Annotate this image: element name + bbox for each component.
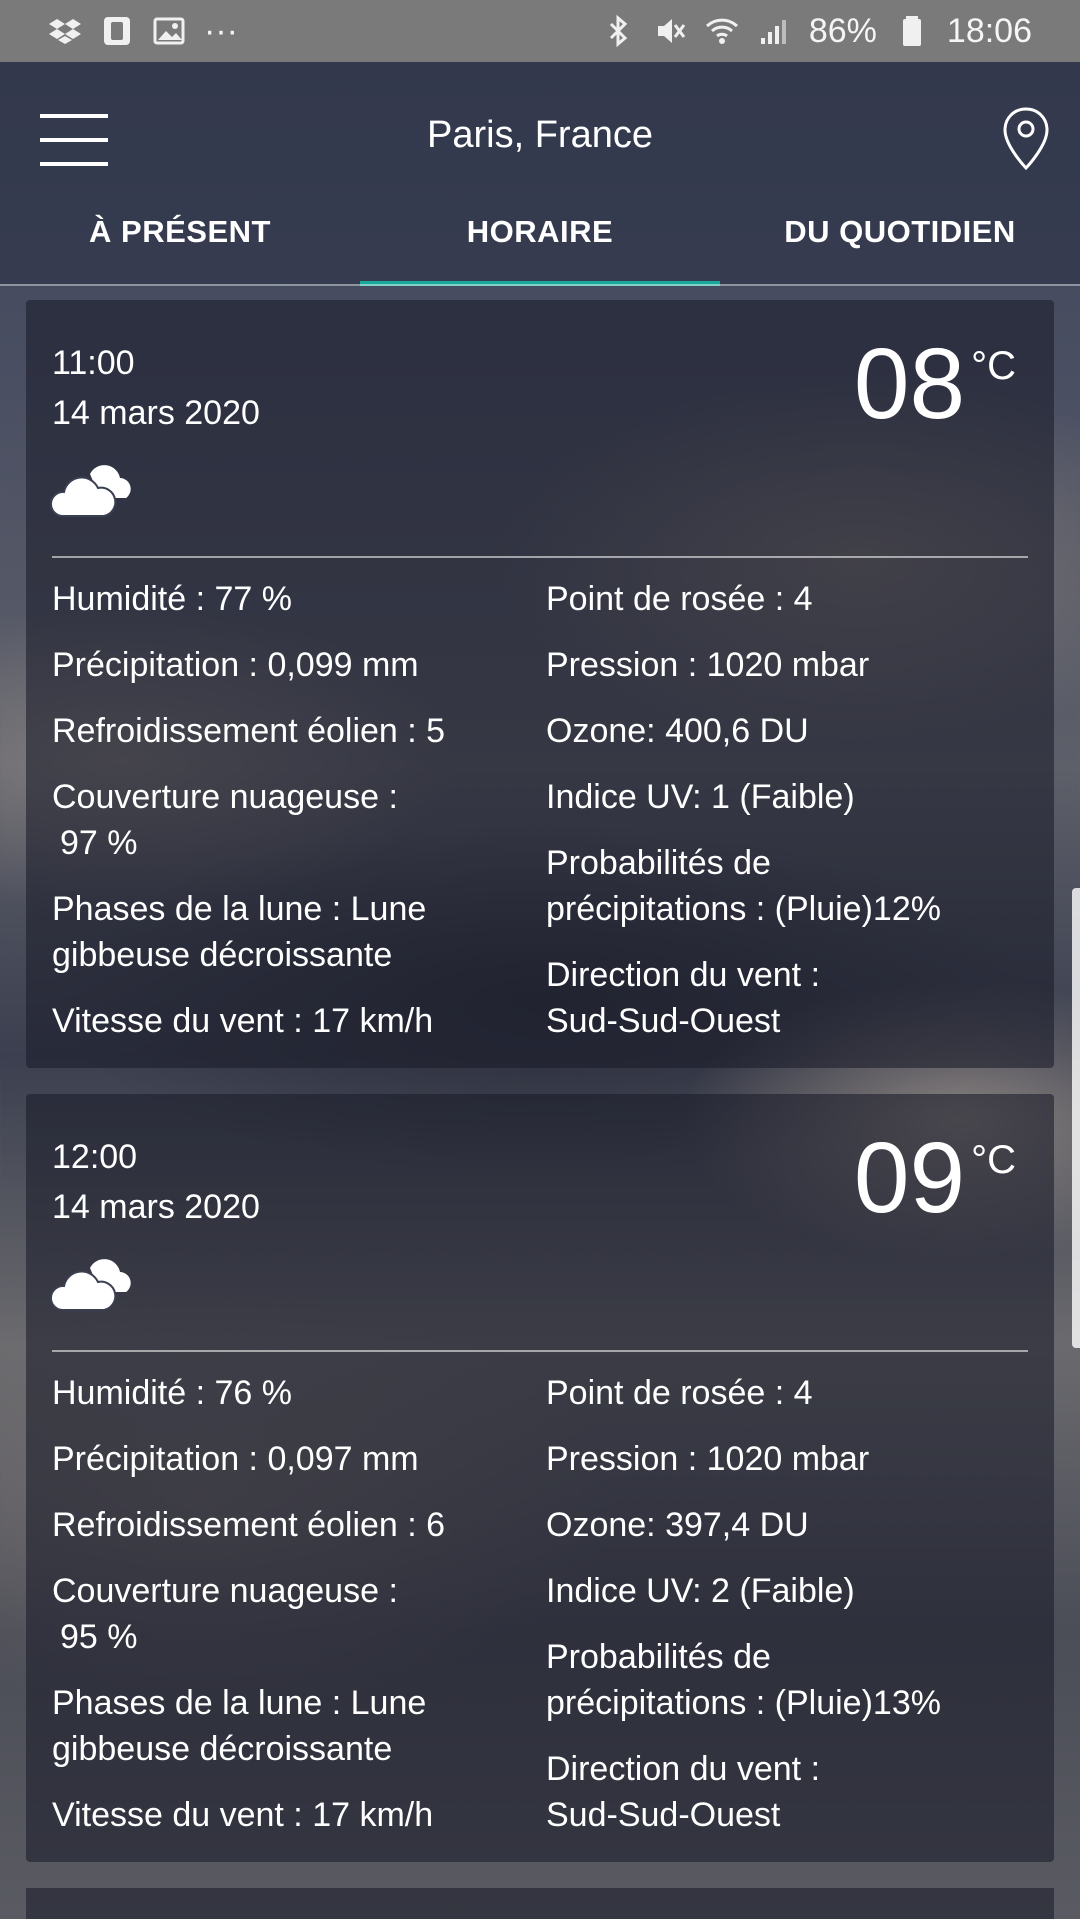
tab-hourly[interactable]: HORAIRE: [360, 202, 720, 286]
moon-phase: Phases de la lune : Lune gibbeuse décroi…: [52, 1680, 522, 1772]
status-right: 86% 18:06: [601, 12, 1032, 51]
status-bar: ··· 86% 18:06: [0, 0, 1080, 62]
cloud-cover-label: Couverture nuageuse :: [52, 1572, 398, 1610]
moon-phase-line2: gibbeuse décroissante: [52, 1730, 393, 1768]
card-time: 11:00: [52, 344, 135, 382]
precip-probability: Probabilités de précipitations : (Pluie)…: [546, 840, 1036, 932]
app-header: Paris, France À PRÉSENT HORAIRE DU QUOTI…: [0, 62, 1080, 286]
wifi-icon: [705, 14, 739, 48]
card-divider: [52, 556, 1028, 558]
hourly-card[interactable]: 11:00 14 mars 2020 08 °C Humidité : 77 %…: [26, 300, 1054, 1068]
precip-probability-line2: précipitations : (Pluie)12%: [546, 890, 941, 928]
clipboard-icon: [100, 14, 134, 48]
moon-phase-line1: Phases de la lune : Lune: [52, 1684, 427, 1722]
status-left: ···: [48, 12, 238, 51]
hourly-card[interactable]: 12:00 14 mars 2020 09 °C Humidité : 76 %…: [26, 1094, 1054, 1862]
tab-label: HORAIRE: [466, 214, 614, 249]
uv-index: Indice UV: 1 (Faible): [546, 778, 855, 816]
card-date: 14 mars 2020: [52, 394, 260, 432]
card-temperature: 09 °C: [854, 1128, 1016, 1228]
moon-phase: Phases de la lune : Lune gibbeuse décroi…: [52, 886, 522, 978]
precip-probability-line1: Probabilités de: [546, 844, 771, 882]
card-details-left: Humidité : 76 % Précipitation : 0,097 mm…: [52, 1370, 522, 1858]
wind-direction-label: Direction du vent :: [546, 1750, 821, 1788]
precipitation: Précipitation : 0,097 mm: [52, 1440, 419, 1478]
card-divider: [52, 1350, 1028, 1352]
cloud-icon: [50, 1254, 134, 1314]
wind-speed: Vitesse du vent : 17 km/h: [52, 1002, 434, 1040]
wind-speed: Vitesse du vent : 17 km/h: [52, 1796, 434, 1834]
pressure: Pression : 1020 mbar: [546, 1440, 870, 1478]
humidity: Humidité : 76 %: [52, 1374, 292, 1412]
wind-direction: Direction du vent : Sud-Sud-Ouest: [546, 952, 1036, 1044]
dew-point: Point de rosée : 4: [546, 1374, 813, 1412]
temperature-value: 08: [853, 328, 966, 440]
cloud-cover: Couverture nuageuse : 97 %: [52, 774, 522, 866]
wind-chill: Refroidissement éolien : 6: [52, 1506, 446, 1544]
gallery-icon: [152, 14, 186, 48]
wind-direction-value: Sud-Sud-Ouest: [546, 1796, 781, 1834]
battery-icon: [895, 14, 929, 48]
precip-probability-line2: précipitations : (Pluie)13%: [546, 1684, 941, 1722]
dew-point: Point de rosée : 4: [546, 580, 813, 618]
card-details-left: Humidité : 77 % Précipitation : 0,099 mm…: [52, 576, 522, 1064]
temperature-unit: °C: [971, 1138, 1016, 1182]
cloud-icon: [50, 460, 134, 520]
card-details-right: Point de rosée : 4 Pression : 1020 mbar …: [546, 576, 1036, 1064]
moon-phase-line2: gibbeuse décroissante: [52, 936, 393, 974]
precip-probability: Probabilités de précipitations : (Pluie)…: [546, 1634, 1036, 1726]
humidity: Humidité : 77 %: [52, 580, 292, 618]
wind-direction-value: Sud-Sud-Ouest: [546, 1002, 781, 1040]
card-date: 14 mars 2020: [52, 1188, 260, 1226]
cloud-cover-value: 97 %: [60, 824, 138, 862]
tab-daily[interactable]: DU QUOTIDIEN: [720, 202, 1080, 286]
pressure: Pression : 1020 mbar: [546, 646, 870, 684]
moon-phase-line1: Phases de la lune : Lune: [52, 890, 427, 928]
mute-icon: [653, 14, 687, 48]
precipitation: Précipitation : 0,099 mm: [52, 646, 419, 684]
cloud-cover: Couverture nuageuse : 95 %: [52, 1568, 522, 1660]
scrollbar-handle[interactable]: [1072, 888, 1080, 1348]
uv-index: Indice UV: 2 (Faible): [546, 1572, 855, 1610]
temperature-unit: °C: [971, 344, 1016, 388]
temperature-value: 09: [853, 1122, 966, 1234]
ozone: Ozone: 397,4 DU: [546, 1506, 809, 1544]
battery-percent: 86%: [808, 11, 877, 50]
tab-label: À PRÉSENT: [89, 214, 271, 249]
page-title: Paris, France: [427, 114, 653, 156]
dropbox-icon: [48, 14, 82, 48]
header-divider: [0, 284, 1080, 286]
hourly-card-next[interactable]: [26, 1888, 1054, 1919]
card-datetime: 12:00 14 mars 2020: [52, 1132, 260, 1232]
card-datetime: 11:00 14 mars 2020: [52, 338, 260, 438]
card-time: 12:00: [52, 1138, 138, 1176]
card-temperature: 08 °C: [854, 334, 1016, 434]
wind-direction: Direction du vent : Sud-Sud-Ouest: [546, 1746, 1036, 1838]
signal-icon: [757, 14, 791, 48]
ozone: Ozone: 400,6 DU: [546, 712, 809, 750]
wind-direction-label: Direction du vent :: [546, 956, 821, 994]
precip-probability-line1: Probabilités de: [546, 1638, 771, 1676]
tab-now[interactable]: À PRÉSENT: [0, 202, 360, 286]
bluetooth-icon: [601, 14, 635, 48]
cloud-cover-value: 95 %: [60, 1618, 138, 1656]
card-details-right: Point de rosée : 4 Pression : 1020 mbar …: [546, 1370, 1036, 1858]
menu-button[interactable]: [40, 114, 108, 166]
cloud-cover-label: Couverture nuageuse :: [52, 778, 398, 816]
wind-chill: Refroidissement éolien : 5: [52, 712, 446, 750]
tab-bar: À PRÉSENT HORAIRE DU QUOTIDIEN: [0, 202, 1080, 286]
location-pin-icon[interactable]: [1000, 106, 1052, 172]
tab-label: DU QUOTIDIEN: [784, 214, 1016, 249]
clock: 18:06: [946, 11, 1032, 50]
more-notifications-icon: ···: [204, 11, 238, 50]
